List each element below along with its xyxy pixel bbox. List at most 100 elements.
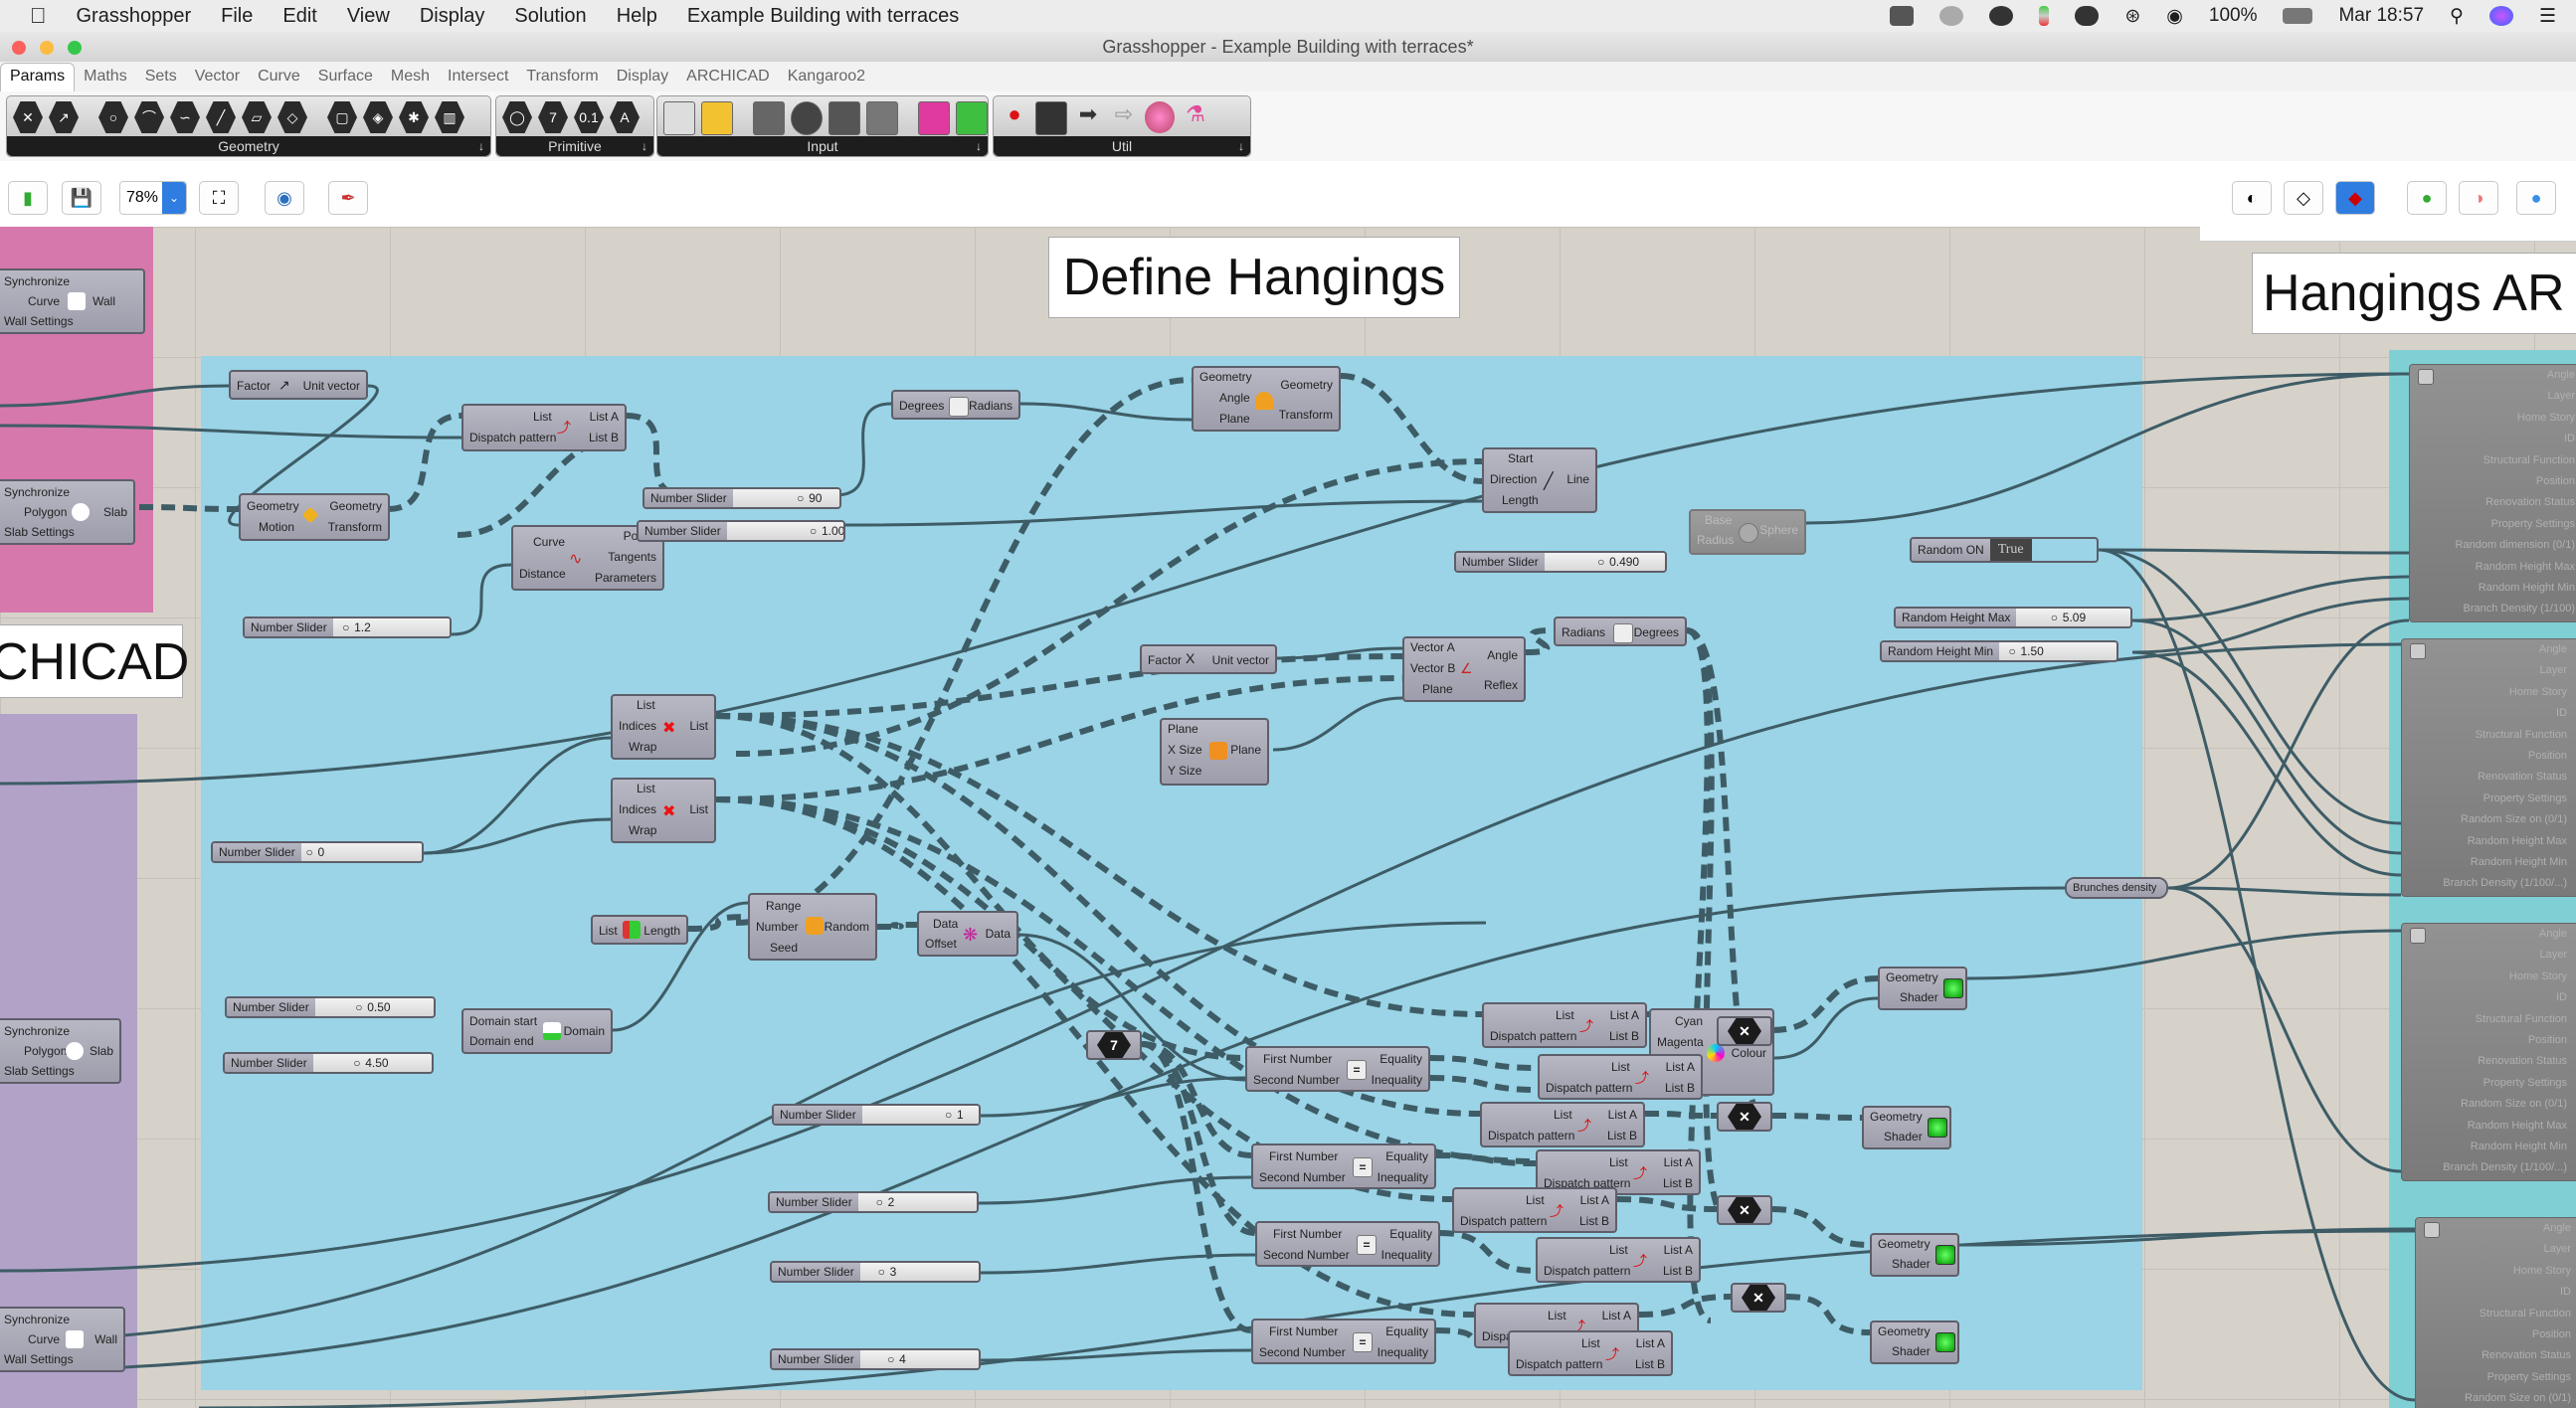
unit-x-component[interactable]: Factor X Unit vector	[1140, 644, 1277, 674]
input-synchronize[interactable]: Synchronize	[4, 274, 70, 288]
archicad-wall-component-2[interactable]: Synchronize Curve Wall Settings Wall	[0, 1307, 125, 1372]
output-unit-vector[interactable]: Unit vector	[303, 379, 360, 393]
archicad-input[interactable]: Renovation Status	[2402, 1051, 2576, 1072]
input-list[interactable]: List	[533, 410, 552, 424]
archicad-input[interactable]: ID	[2410, 429, 2576, 449]
data-dam-arrow-icon[interactable]: ➡	[1073, 101, 1103, 133]
archicad-input[interactable]: Property Settings	[2410, 514, 2576, 535]
input-radius[interactable]: Radius	[1697, 533, 1734, 547]
input-list[interactable]: List	[599, 924, 618, 938]
value-list-icon[interactable]	[866, 101, 898, 135]
input-radians[interactable]: Radians	[1562, 625, 1605, 639]
slider-track[interactable]: ○ 1	[861, 1106, 979, 1124]
input-list[interactable]: List	[1554, 1108, 1572, 1122]
tab-vector[interactable]: Vector	[186, 68, 249, 91]
input-wall-settings[interactable]: Wall Settings	[4, 314, 74, 328]
input-direction[interactable]: Direction	[1490, 472, 1537, 486]
input-plane[interactable]: Plane	[1422, 682, 1453, 696]
surface-param-icon[interactable]: ▥	[435, 101, 464, 133]
panel-icon[interactable]	[663, 101, 695, 135]
toggle-value[interactable]: True	[1989, 539, 2032, 561]
gradient-icon[interactable]	[918, 101, 950, 135]
toggle-icon[interactable]	[753, 101, 785, 135]
number-param-icon[interactable]: 0.1	[574, 101, 604, 133]
output-wall[interactable]: Wall	[92, 294, 115, 308]
arc-param-icon[interactable]: ⌒	[134, 101, 164, 133]
input-list[interactable]: List	[637, 698, 655, 712]
slider-track[interactable]: ○ 1.000	[726, 522, 843, 540]
menu-file[interactable]: File	[221, 5, 253, 28]
input-list[interactable]: List	[1611, 1060, 1630, 1074]
output-radians[interactable]: Radians	[969, 399, 1012, 413]
construct-domain-component[interactable]: Domain start Domain end Domain	[461, 1008, 613, 1054]
archicad-input[interactable]: Property Settings	[2402, 789, 2576, 809]
graph-mapper-icon[interactable]	[701, 101, 733, 135]
output-list-b[interactable]: List B	[1663, 1176, 1693, 1190]
input-wrap[interactable]: Wrap	[629, 740, 656, 754]
archicad-input[interactable]: Random Size on (0/1)	[2416, 1388, 2576, 1408]
geometry-param-4[interactable]: ✕	[1731, 1283, 1786, 1313]
curve-param-icon[interactable]: ∽	[170, 101, 200, 133]
battery-icon[interactable]	[2283, 8, 2313, 24]
vector-param-icon[interactable]: ↗	[49, 101, 79, 133]
input-list[interactable]: List	[1526, 1193, 1545, 1207]
output-wall[interactable]: Wall	[94, 1332, 117, 1346]
output-domain[interactable]: Domain	[564, 1024, 605, 1038]
input-dispatch-pattern[interactable]: Dispatch pattern	[1546, 1081, 1632, 1095]
output-slab[interactable]: Slab	[103, 505, 127, 519]
input-dispatch-pattern[interactable]: Dispatch pattern	[1544, 1264, 1630, 1278]
slider-grip[interactable]: ○	[2051, 609, 2058, 626]
archicad-input[interactable]: Renovation Status	[2402, 767, 2576, 788]
input-magenta[interactable]: Magenta	[1657, 1035, 1704, 1049]
output-list-a[interactable]: List A	[1580, 1193, 1609, 1207]
archicad-input[interactable]: Random Height Max	[2410, 557, 2576, 578]
menu-display[interactable]: Display	[420, 5, 485, 28]
slider-track[interactable]: ○ 5.09	[2016, 609, 2130, 626]
preview-shaded-button[interactable]: ◆	[2335, 181, 2375, 215]
box-param-icon[interactable]: ▢	[327, 101, 357, 133]
input-geometry[interactable]: Geometry	[1870, 1110, 1923, 1124]
output-equality[interactable]: Equality	[1385, 1324, 1428, 1338]
slider-track[interactable]: ○ 1.50	[1999, 642, 2116, 660]
tab-intersect[interactable]: Intersect	[439, 68, 517, 91]
input-y-size[interactable]: Y Size	[1168, 764, 1201, 778]
circle-param-icon[interactable]: ○	[98, 101, 128, 133]
cull-index-component-1[interactable]: List Indices Wrap ✖ List	[611, 694, 716, 760]
random-component[interactable]: Range Number Seed Random	[748, 893, 877, 961]
sketch-pen-button[interactable]: ✒	[328, 181, 368, 215]
menu-document[interactable]: Example Building with terraces	[687, 5, 959, 28]
brep-param-icon[interactable]: ◈	[363, 101, 393, 133]
archicad-input[interactable]: Property Settings	[2416, 1367, 2576, 1388]
number-slider-s450[interactable]: Number Slider ○ 4.50	[223, 1052, 434, 1074]
preview-selected-button[interactable]: ●	[2407, 181, 2447, 215]
archicad-input[interactable]: Renovation Status	[2416, 1345, 2576, 1366]
input-vector-b[interactable]: Vector B	[1410, 661, 1455, 675]
archicad-input[interactable]: Layer	[2410, 386, 2576, 407]
slider-track[interactable]: ○ 3	[859, 1263, 979, 1281]
slider-track[interactable]: ○ 4	[859, 1350, 979, 1368]
input-polygon[interactable]: Polygon	[24, 1044, 67, 1058]
input-motion[interactable]: Motion	[259, 520, 294, 534]
input-slab-settings[interactable]: Slab Settings	[4, 1064, 75, 1078]
rotate-component[interactable]: Geometry Angle Plane Geometry Transform	[1192, 366, 1341, 432]
number-slider-s12[interactable]: Number Slider ○ 1.2	[243, 616, 452, 638]
input-wall-settings[interactable]: Wall Settings	[4, 1352, 74, 1366]
tab-display[interactable]: Display	[608, 68, 677, 91]
archicad-input[interactable]: Branch Density (1/100)	[2410, 599, 2576, 619]
list-length-component[interactable]: List Length	[591, 915, 688, 945]
degrees-to-radians-component[interactable]: Degrees Radians	[891, 390, 1020, 420]
archicad-input[interactable]: Random Height Max	[2402, 1116, 2576, 1137]
input-seed[interactable]: Seed	[770, 941, 798, 955]
output-list-b[interactable]: List B	[589, 431, 619, 444]
random-on-toggle[interactable]: Random ON True	[1910, 537, 2099, 563]
output-line[interactable]: Line	[1566, 472, 1589, 486]
clock[interactable]: Mar 18:57	[2338, 5, 2424, 27]
slider-grip[interactable]: ○	[876, 1193, 883, 1211]
archicad-hangings-component-1[interactable]: Angle Layer Home Story ID Structural Functio…	[2409, 364, 2576, 622]
display-icon[interactable]	[1890, 6, 1915, 26]
output-list[interactable]: List	[689, 802, 708, 816]
text-param-icon[interactable]: A	[610, 101, 640, 133]
slider-grip[interactable]: ○	[2008, 642, 2015, 660]
slider-grip[interactable]: ○	[878, 1263, 885, 1281]
input-angle[interactable]: Angle	[1219, 391, 1250, 405]
